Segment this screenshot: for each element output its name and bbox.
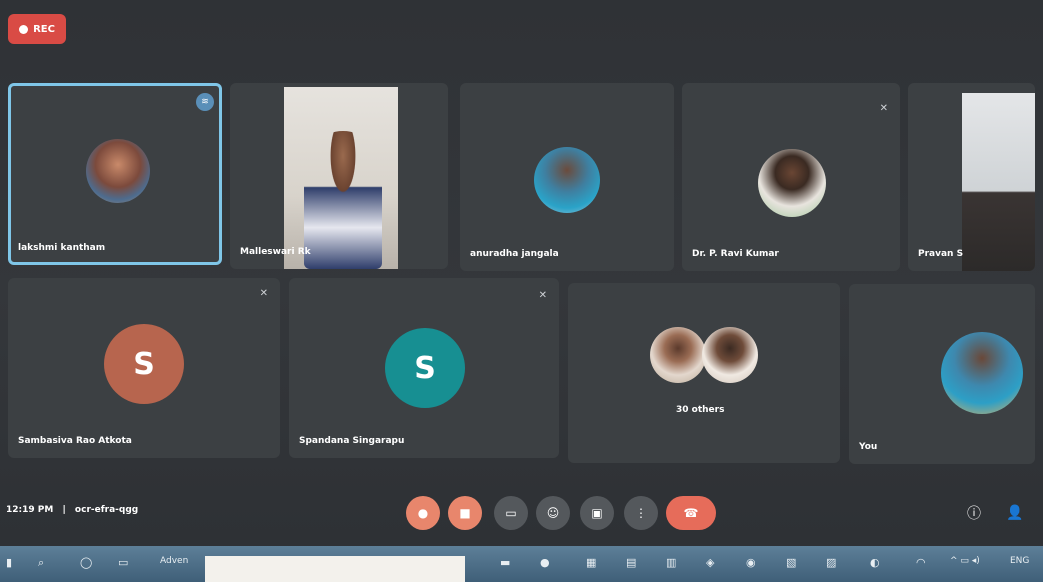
search-icon[interactable]: ⌕ (38, 556, 44, 570)
people-button[interactable]: 👤 (998, 496, 1032, 530)
participant-tile-you[interactable]: You (849, 284, 1035, 464)
participant-name: anuradha jangala (470, 249, 559, 259)
app-icon[interactable]: ▨ (826, 556, 836, 569)
camera-button[interactable]: ■ (448, 496, 482, 530)
app-icon[interactable]: ◐ (870, 556, 880, 569)
meeting-details-button[interactable]: ⓘ (960, 496, 988, 530)
participant-tile-anuradha[interactable]: anuradha jangala (460, 83, 674, 271)
avatar (702, 327, 758, 383)
record-dot-icon (19, 24, 29, 34)
participant-tile-others[interactable]: 30 others (568, 283, 840, 463)
info-icon: ⓘ (967, 506, 981, 522)
participant-tile-sambasiva[interactable]: ✕ S Sambasiva Rao Atkota (8, 278, 280, 458)
captions-button[interactable]: ▭ (494, 496, 528, 530)
meeting-screen: REC ≋ lakshmi kantham Malleswari Rk anur… (0, 0, 1043, 582)
present-button[interactable]: ▣ (580, 496, 614, 530)
emoji-icon: ☺ (546, 506, 560, 520)
participant-name: Pravan S (918, 249, 964, 259)
participant-tile-pravan[interactable]: Pravan S (908, 83, 1035, 271)
start-icon[interactable]: ▮ (6, 556, 12, 569)
app-icon[interactable]: ▤ (626, 556, 636, 569)
participant-name: Malleswari Rk (240, 247, 311, 257)
participant-tile-spandana[interactable]: ✕ S Spandana Singarapu (289, 278, 559, 458)
mic-icon: ● (417, 506, 429, 520)
more-options-button[interactable]: ⋮ (624, 496, 658, 530)
participant-name: Spandana Singarapu (299, 436, 405, 446)
avatar (650, 327, 706, 383)
participant-tile-lakshmi[interactable]: ≋ lakshmi kantham (8, 83, 222, 265)
microphone-button[interactable]: ● (406, 496, 440, 530)
tray-icons[interactable]: ^ ▭ ◂) (950, 556, 980, 566)
participant-tile-malleswari[interactable]: Malleswari Rk (230, 83, 448, 269)
person-figure (304, 131, 382, 269)
mic-off-icon: ✕ (259, 288, 268, 299)
app-icon[interactable]: ◈ (706, 556, 714, 569)
meeting-controls-bar: 12:19 PM | ocr-efra-qgg ● ■ ▭ ☺ ▣ ⋮ ☎ ⓘ … (0, 490, 1043, 540)
app-icon[interactable]: ▧ (786, 556, 796, 569)
avatar-initial: S (385, 328, 465, 408)
clock-time: 12:19 PM (6, 505, 54, 515)
meeting-info: 12:19 PM | ocr-efra-qgg (6, 505, 138, 515)
taskbar-search-box[interactable] (205, 556, 465, 582)
people-icon: 👤 (1006, 505, 1024, 521)
meeting-code: ocr-efra-qgg (74, 505, 139, 515)
speaking-indicator-icon: ≋ (196, 93, 214, 111)
recording-badge: REC (8, 14, 66, 44)
captions-icon: ▭ (505, 506, 517, 520)
wifi-icon[interactable]: ◠ (916, 556, 926, 569)
present-screen-icon: ▣ (591, 506, 603, 520)
avatar (941, 332, 1023, 414)
participant-name: Sambasiva Rao Atkota (18, 436, 132, 446)
mic-off-icon: ✕ (538, 290, 547, 301)
more-vert-icon: ⋮ (635, 506, 647, 520)
participant-name: lakshmi kantham (18, 243, 106, 253)
app-icon[interactable]: ◉ (746, 556, 756, 569)
participant-name: You (859, 442, 878, 452)
cortana-icon[interactable]: ◯ (80, 556, 92, 569)
app-icon[interactable]: ▥ (666, 556, 676, 569)
participant-name: Dr. P. Ravi Kumar (692, 249, 779, 259)
video-feed (962, 93, 1035, 271)
app-icon[interactable]: ● (540, 556, 550, 569)
leave-call-button[interactable]: ☎ (666, 496, 716, 530)
reactions-button[interactable]: ☺ (536, 496, 570, 530)
app-icon[interactable]: ▬ (500, 556, 510, 569)
language-indicator[interactable]: ENG (1010, 556, 1029, 566)
participant-tile-ravikumar[interactable]: ✕ Dr. P. Ravi Kumar (682, 83, 900, 271)
windows-taskbar: ▮ ⌕ ◯ ▭ Adven ▬ ● ▦ ▤ ▥ ◈ ◉ ▧ ▨ ◐ ◠ ^ ▭ … (0, 546, 1043, 582)
camera-icon: ■ (459, 506, 471, 520)
app-icon[interactable]: ▦ (586, 556, 596, 569)
avatar (86, 139, 150, 203)
avatar (534, 147, 600, 213)
participant-name: 30 others (676, 405, 725, 415)
mic-off-icon: ✕ (879, 103, 888, 114)
avatar (758, 149, 826, 217)
avatar-initial: S (104, 324, 184, 404)
rec-label: REC (33, 23, 55, 35)
phone-hangup-icon: ☎ (683, 506, 699, 520)
task-view-icon[interactable]: ▭ (118, 556, 128, 569)
taskbar-search-text: Adven (160, 556, 189, 566)
separator: | (62, 505, 66, 515)
